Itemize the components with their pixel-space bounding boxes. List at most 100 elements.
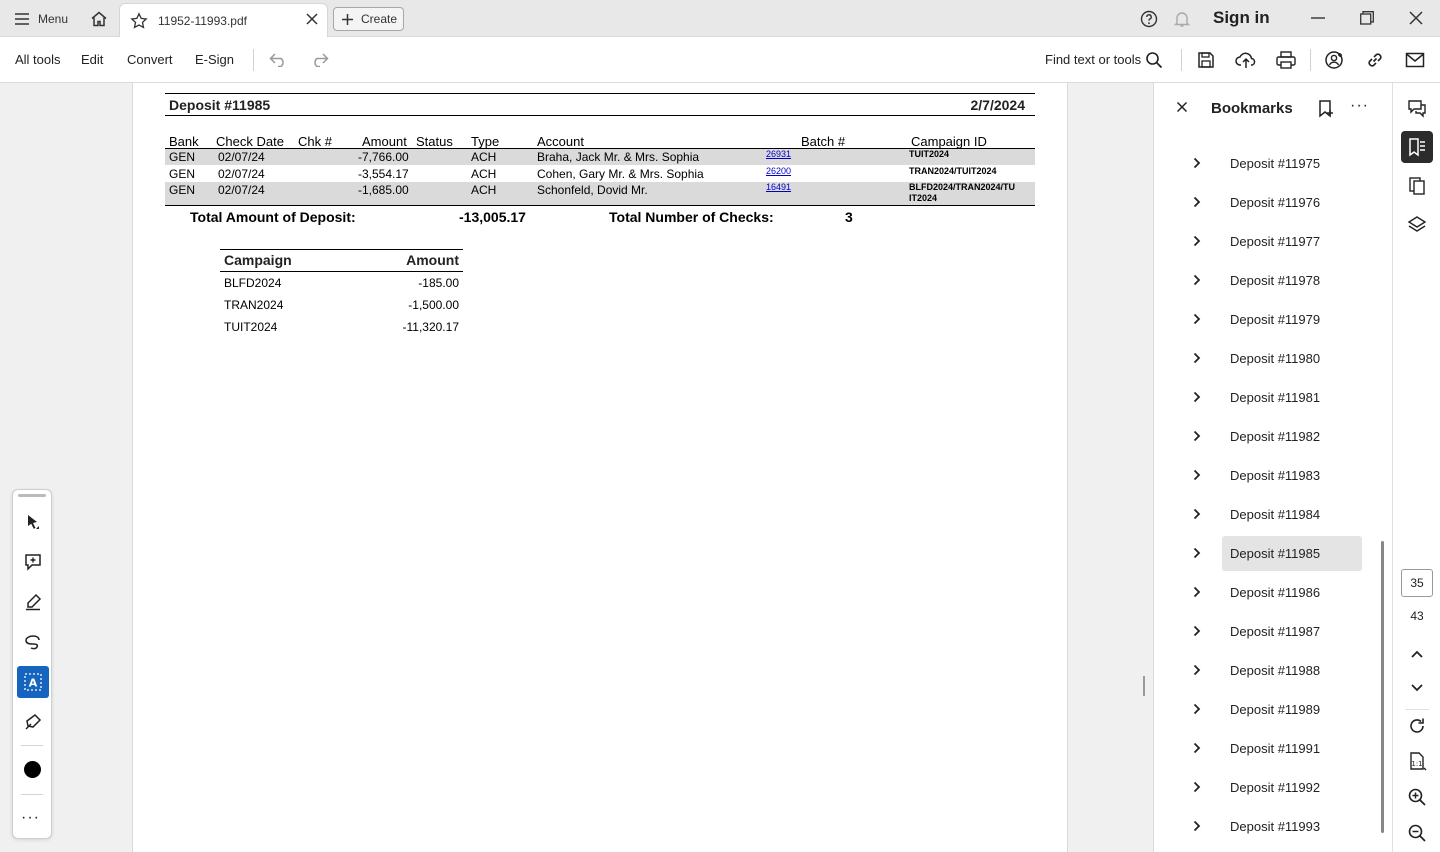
- bookmarks-icon[interactable]: [1401, 131, 1433, 163]
- close-window-button[interactable]: [1404, 7, 1428, 29]
- chevron-right-icon[interactable]: [1190, 585, 1204, 599]
- rotate-icon[interactable]: [1401, 710, 1433, 742]
- scrollbar[interactable]: [1381, 541, 1384, 833]
- chevron-right-icon[interactable]: [1190, 624, 1204, 638]
- esign-button[interactable]: E-Sign: [195, 52, 234, 67]
- sign-pen-icon[interactable]: [17, 706, 49, 738]
- restore-button[interactable]: [1355, 7, 1379, 29]
- bookmark-item[interactable]: Deposit #11993: [1222, 809, 1362, 844]
- chevron-right-icon[interactable]: [1190, 741, 1204, 755]
- create-label: Create: [361, 12, 398, 26]
- select-cursor-icon[interactable]: [17, 506, 49, 538]
- amount-cell: -1,685.00: [358, 183, 409, 197]
- current-page-input[interactable]: 35: [1401, 569, 1433, 597]
- account-link[interactable]: 16491: [766, 182, 791, 192]
- draw-freehand-icon[interactable]: [17, 626, 49, 658]
- bookmark-item[interactable]: Deposit #11977: [1222, 224, 1362, 259]
- zoom-out-icon[interactable]: [1401, 817, 1433, 849]
- upload-cloud-icon[interactable]: [1235, 49, 1257, 71]
- chevron-right-icon[interactable]: [1190, 507, 1204, 521]
- chevron-right-icon[interactable]: [1190, 780, 1204, 794]
- chevron-right-icon[interactable]: [1190, 819, 1204, 833]
- comments-icon[interactable]: [1401, 92, 1433, 124]
- column-header: Bank: [169, 134, 199, 149]
- bookmark-item[interactable]: Deposit #11982: [1222, 419, 1362, 454]
- panel-resize-handle[interactable]: [1143, 676, 1145, 696]
- bookmark-item[interactable]: Deposit #11991: [1222, 731, 1362, 766]
- document-viewer[interactable]: Deposit #11985 2/7/2024 Bank Check Date …: [132, 83, 1068, 852]
- add-bookmark-icon[interactable]: [1317, 99, 1335, 124]
- bookmark-item[interactable]: Deposit #11988: [1222, 653, 1362, 688]
- print-icon[interactable]: [1275, 49, 1297, 71]
- convert-button[interactable]: Convert: [127, 52, 173, 67]
- bookmark-item[interactable]: Deposit #11984: [1222, 497, 1362, 532]
- chevron-right-icon[interactable]: [1190, 702, 1204, 716]
- save-icon[interactable]: [1195, 49, 1217, 71]
- chevron-right-icon[interactable]: [1190, 390, 1204, 404]
- bookmark-item[interactable]: Deposit #11975: [1222, 146, 1362, 181]
- chevron-right-icon[interactable]: [1190, 273, 1204, 287]
- page-thumbnails-icon[interactable]: [1401, 170, 1433, 202]
- table-header-rule: [220, 271, 463, 272]
- close-tab-icon[interactable]: [305, 12, 319, 26]
- all-tools-button[interactable]: All tools: [15, 52, 61, 67]
- email-icon[interactable]: [1404, 49, 1426, 71]
- notification-bell-icon[interactable]: [1173, 10, 1191, 28]
- create-button[interactable]: Create: [333, 7, 404, 31]
- chevron-right-icon[interactable]: [1190, 195, 1204, 209]
- page-fit-icon[interactable]: 1:1: [1401, 745, 1433, 777]
- bookmark-item[interactable]: Deposit #11979: [1222, 302, 1362, 337]
- color-swatch[interactable]: [24, 761, 41, 778]
- chevron-right-icon[interactable]: [1190, 663, 1204, 677]
- chevron-right-icon[interactable]: [1190, 234, 1204, 248]
- find-text-or-tools[interactable]: Find text or tools: [1045, 52, 1141, 67]
- bookmark-item[interactable]: Deposit #11989: [1222, 692, 1362, 727]
- text-select-icon[interactable]: A: [17, 666, 49, 698]
- zoom-in-icon[interactable]: [1401, 781, 1433, 813]
- chevron-right-icon[interactable]: [1190, 429, 1204, 443]
- bookmark-item[interactable]: Deposit #11986: [1222, 575, 1362, 610]
- minimize-button[interactable]: [1306, 7, 1330, 29]
- undo-icon[interactable]: [268, 49, 290, 71]
- amount-cell: -1,500.00: [408, 298, 459, 312]
- help-icon[interactable]: [1140, 10, 1158, 28]
- chevron-right-icon[interactable]: [1190, 546, 1204, 560]
- drag-handle[interactable]: [18, 494, 46, 497]
- highlight-pen-icon[interactable]: [17, 586, 49, 618]
- bookmark-item[interactable]: Deposit #11987: [1222, 614, 1362, 649]
- bookmark-item[interactable]: Deposit #11992: [1222, 770, 1362, 805]
- chevron-right-icon[interactable]: [1190, 312, 1204, 326]
- document-tab[interactable]: 11952-11993.pdf: [119, 3, 328, 37]
- bookmark-item[interactable]: Deposit #11985: [1222, 536, 1362, 571]
- close-panel-icon[interactable]: [1176, 100, 1188, 118]
- bookmark-item[interactable]: Deposit #11980: [1222, 341, 1362, 376]
- campaign-cell: TUIT2024: [224, 320, 278, 334]
- bookmark-item[interactable]: Deposit #11983: [1222, 458, 1362, 493]
- bookmark-item[interactable]: Deposit #11978: [1222, 263, 1362, 298]
- more-options-icon[interactable]: ···: [1350, 97, 1369, 115]
- more-tools-icon[interactable]: ···: [21, 809, 40, 827]
- layers-icon[interactable]: [1401, 209, 1433, 241]
- previous-page-icon[interactable]: [1401, 638, 1433, 670]
- amount-cell: -7,766.00: [358, 150, 409, 164]
- link-icon[interactable]: [1364, 49, 1386, 71]
- home-button[interactable]: [88, 8, 110, 30]
- redo-icon[interactable]: [308, 49, 330, 71]
- share-user-icon[interactable]: [1323, 49, 1345, 71]
- chevron-right-icon[interactable]: [1190, 156, 1204, 170]
- search-icon[interactable]: [1143, 49, 1165, 71]
- date-cell: 02/07/24: [218, 183, 265, 197]
- bookmark-item[interactable]: Deposit #11976: [1222, 185, 1362, 220]
- chevron-right-icon[interactable]: [1190, 351, 1204, 365]
- edit-button[interactable]: Edit: [81, 52, 103, 67]
- star-icon[interactable]: [130, 11, 148, 30]
- account-link[interactable]: 26931: [766, 149, 791, 159]
- next-page-icon[interactable]: [1401, 672, 1433, 704]
- sign-in-button[interactable]: Sign in: [1213, 8, 1270, 28]
- add-comment-icon[interactable]: [17, 546, 49, 578]
- menu-button[interactable]: Menu: [14, 9, 68, 29]
- account-cell: Schonfeld, Dovid Mr.: [537, 183, 648, 197]
- account-link[interactable]: 26200: [766, 166, 791, 176]
- chevron-right-icon[interactable]: [1190, 468, 1204, 482]
- bookmark-item[interactable]: Deposit #11981: [1222, 380, 1362, 415]
